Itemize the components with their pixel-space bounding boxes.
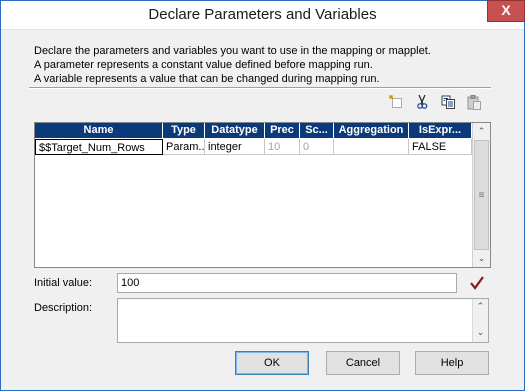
description-scroll-down-icon[interactable]: ⌄ — [473, 327, 488, 338]
dialog-window: Declare Parameters and Variables X Decla… — [0, 0, 525, 391]
column-header-isexpr[interactable]: IsExpr... — [409, 123, 472, 138]
parameters-grid[interactable]: Name Type Datatype Prec Sc... Aggregatio… — [34, 122, 491, 268]
cell-aggregation[interactable] — [334, 139, 409, 155]
initial-value-input[interactable] — [117, 273, 457, 293]
cell-isexpr[interactable]: FALSE — [409, 139, 472, 155]
close-icon: X — [501, 2, 511, 18]
column-header-name[interactable]: Name — [35, 123, 163, 138]
cell-name[interactable]: $$Target_Num_Rows — [35, 139, 163, 155]
title-bar: Declare Parameters and Variables X — [1, 0, 525, 30]
description-line-3: A variable represents a value that can b… — [34, 73, 380, 85]
description-line-2: A parameter represents a constant value … — [34, 59, 373, 71]
description-scrollbar[interactable]: ⌃ ⌄ — [472, 299, 488, 342]
cell-type[interactable]: Param... — [163, 139, 205, 155]
description-line-1: Declare the parameters and variables you… — [34, 45, 431, 57]
checkmark-icon[interactable] — [469, 275, 485, 291]
dialog-title: Declare Parameters and Variables — [148, 6, 377, 23]
scroll-up-icon[interactable]: ⌃ — [473, 123, 490, 140]
description-scroll-up-icon[interactable]: ⌃ — [473, 301, 488, 312]
ok-button[interactable]: OK — [235, 351, 309, 375]
column-header-aggregation[interactable]: Aggregation — [334, 123, 409, 138]
column-header-scale[interactable]: Sc... — [300, 123, 334, 138]
new-icon[interactable] — [387, 93, 405, 111]
cut-icon[interactable] — [413, 93, 431, 111]
description-field[interactable]: ⌃ ⌄ — [117, 298, 489, 343]
column-header-prec[interactable]: Prec — [265, 123, 300, 138]
column-header-datatype[interactable]: Datatype — [205, 123, 265, 138]
initial-value-label: Initial value: — [34, 277, 93, 289]
cell-datatype[interactable]: integer — [205, 139, 265, 155]
separator — [29, 87, 491, 89]
grid-scrollbar[interactable]: ⌃ ≡ ⌄ — [472, 123, 490, 267]
help-button[interactable]: Help — [415, 351, 489, 375]
scroll-thumb[interactable]: ≡ — [474, 140, 489, 250]
copy-icon[interactable] — [439, 93, 457, 111]
description-label: Description: — [34, 302, 93, 314]
cancel-button[interactable]: Cancel — [326, 351, 400, 375]
cell-prec[interactable]: 10 — [265, 139, 300, 155]
paste-icon[interactable] — [465, 93, 483, 111]
column-header-type[interactable]: Type — [163, 123, 205, 138]
scroll-down-icon[interactable]: ⌄ — [473, 250, 490, 267]
close-button[interactable]: X — [487, 0, 525, 22]
cell-scale[interactable]: 0 — [300, 139, 334, 155]
